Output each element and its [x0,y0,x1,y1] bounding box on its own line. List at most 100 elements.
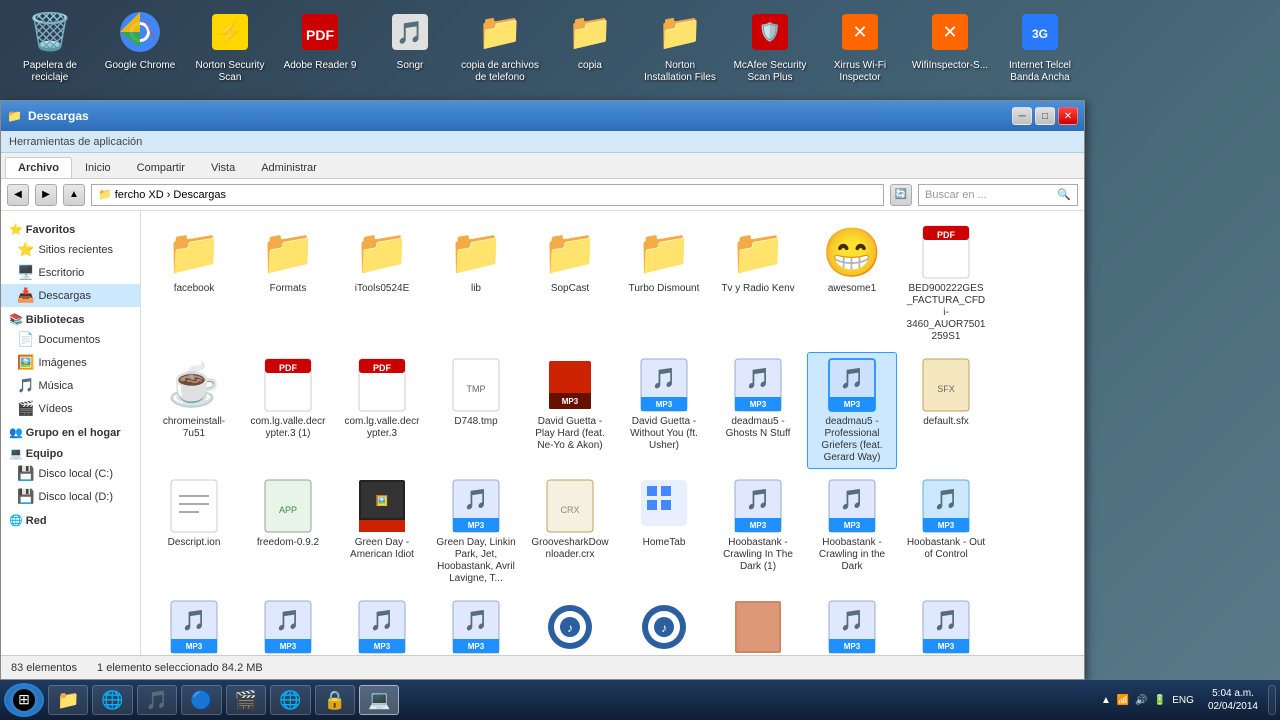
file-item-hoobastank1[interactable]: 🎵 MP3 Hoobastank - Crawling In The Dark … [713,473,803,590]
file-item-lib[interactable]: 📁 lib [431,219,521,348]
file-item-katyperry1[interactable]: 🎵 MP3 Katy Perry - Firework [807,594,897,655]
file-item-deadmau52[interactable]: 🎵 MP3 deadmau5 - Professional Griefers (… [807,352,897,469]
taskbar-item-lock[interactable]: 🔒 [315,685,355,715]
file-item-itunessetup1[interactable]: ♪ iTunesSetup (1) [525,594,615,655]
file-item-facebook[interactable]: 📁 facebook [149,219,239,348]
sidebar-favorites-title[interactable]: ⭐ Favoritos [1,217,140,238]
desktop-icon-copia[interactable]: 📁 copia [550,8,630,72]
adobe-label: Adobe Reader 9 [284,60,357,72]
file-item-davidguetta2[interactable]: 🎵 MP3 David Guetta - Without You (ft. Us… [619,352,709,469]
desktop-icon-mcafee[interactable]: 🛡️ McAfee Security Scan Plus [730,8,810,84]
tab-administrar[interactable]: Administrar [248,157,330,178]
taskbar-item-explorer[interactable]: 📁 [48,685,88,715]
forward-button[interactable]: ▶ [35,184,57,206]
file-item-itunessetup2[interactable]: ♪ iTunesSetup [619,594,709,655]
file-area[interactable]: 📁 facebook 📁 Formats 📁 iTools0524E 📁 lib [141,211,1084,655]
search-box[interactable]: Buscar en ... 🔍 [918,184,1078,206]
desktop-icon-songr[interactable]: 🎵 Songr [370,8,450,72]
file-item-hoobastank7[interactable]: 🎵 MP3 Hoobastank - The Reason [431,594,521,655]
greenday1-label: Green Day - American Idiot [342,537,422,561]
file-item-hoobastank3[interactable]: 🎵 MP3 Hoobastank - Out of Control [901,473,991,590]
file-item-bed900[interactable]: PDF BED900222GES_FACTURA_CFDi-3460_AUOR7… [901,219,991,348]
sidebar-item-downloads[interactable]: 📥 Descargas [1,284,140,307]
sidebar-network-title[interactable]: 🌐 Red [1,508,140,529]
file-item-greenday1[interactable]: 🖼️ Green Day - American Idiot [337,473,427,590]
sidebar-item-documents[interactable]: 📄 Documentos [1,328,140,351]
back-button[interactable]: ◀ [7,184,29,206]
file-item-awesome[interactable]: 😁 awesome1 [807,219,897,348]
file-item-comlg2[interactable]: PDF com.lg.valle.decrypter.3 [337,352,427,469]
sidebar-libraries-title[interactable]: 📚 Bibliotecas [1,307,140,328]
file-item-hometab[interactable]: HomeTab [619,473,709,590]
main-area: ⭐ Favoritos ⭐ Sitios recientes 🖥️ Escrit… [1,211,1084,655]
address-path[interactable]: 📁 fercho XD › Descargas [91,184,884,206]
desktop-icon-recycle[interactable]: 🗑️ Papelera de reciclaje [10,8,90,84]
file-item-sopcast[interactable]: 📁 SopCast [525,219,615,348]
sidebar-computer-title[interactable]: 💻 Equipo [1,441,140,462]
file-item-formats[interactable]: 📁 Formats [243,219,333,348]
status-bar: 83 elementos 1 elemento seleccionado 84.… [1,655,1084,679]
desktop-icon-norton-files[interactable]: 📁 Norton Installation Files [640,8,720,84]
sidebar-group-title[interactable]: 👥 Grupo en el hogar [1,420,140,441]
file-item-hoobastank6[interactable]: 🎵 MP3 Hoobastank - The Reason (2) [337,594,427,655]
file-item-comlg[interactable]: PDF com.lg.valle.decrypter.3 (1) [243,352,333,469]
file-item-hoobastank5[interactable]: 🎵 MP3 Hoobastank - The Reason (1) [243,594,333,655]
tab-compartir[interactable]: Compartir [124,157,198,178]
maximize-button[interactable]: □ [1035,107,1055,125]
svg-text:🛡️: 🛡️ [759,21,781,42]
tab-vista[interactable]: Vista [198,157,248,178]
file-item-hoobastank4[interactable]: 🎵 MP3 Hoobastank - Same Direction [149,594,239,655]
taskbar-item-vlc[interactable]: 🎬 [226,685,266,715]
clock-date: 02/04/2014 [1208,700,1258,713]
formats-label: Formats [270,283,307,295]
sidebar-item-desktop[interactable]: 🖥️ Escritorio [1,261,140,284]
taskbar-item-itunes[interactable]: 🎵 [137,685,177,715]
desktop-icon-norton-scan[interactable]: ⚡ Norton Security Scan [190,8,270,84]
minimize-button[interactable]: ─ [1012,107,1032,125]
file-item-itools[interactable]: 📁 iTools0524E [337,219,427,348]
sidebar-item-d-drive[interactable]: 💾 Disco local (D:) [1,485,140,508]
file-item-hoobastank2[interactable]: 🎵 MP3 Hoobastank - Crawling in the Dark [807,473,897,590]
sidebar-item-c-drive[interactable]: 💾 Disco local (C:) [1,462,140,485]
desktop-icon-xirrus[interactable]: ✕ Xirrus Wi-Fi Inspector [820,8,900,84]
file-item-deadmau51[interactable]: 🎵 MP3 deadmau5 - Ghosts N Stuff [713,352,803,469]
file-item-chromeinstall[interactable]: ☕ chromeinstall-7u51 [149,352,239,469]
file-item-d748[interactable]: TMP D748.tmp [431,352,521,469]
tab-inicio[interactable]: Inicio [72,157,124,178]
file-item-greenday2[interactable]: 🎵 MP3 Green Day, Linkin Park, Jet, Hooba… [431,473,521,590]
file-item-freedom[interactable]: APP freedom-0.9.2 [243,473,333,590]
file-item-grooveshark[interactable]: CRX GroovesharkDownloader.crx [525,473,615,590]
sidebar-item-music[interactable]: 🎵 Música [1,374,140,397]
desktop-icon-adobe[interactable]: PDF Adobe Reader 9 [280,8,360,72]
refresh-button[interactable]: 🔄 [890,184,912,206]
sidebar-item-images[interactable]: 🖼️ Imágenes [1,351,140,374]
hoobastank2-icon: 🎵 MP3 [824,478,880,534]
file-item-jenniferlopez[interactable]: Jennifer Lopez - On the Floor (feat. Pit… [713,594,803,655]
taskbar-item-ie[interactable]: 🌐 [92,685,132,715]
file-item-davidguetta1[interactable]: MP3 David Guetta - Play Hard (feat. Ne-Y… [525,352,615,469]
greenday1-icon: 🖼️ [354,478,410,534]
taskbar-item-unknown[interactable]: 🔵 [181,685,221,715]
sidebar-item-recent[interactable]: ⭐ Sitios recientes [1,238,140,261]
file-item-turbo[interactable]: 📁 Turbo Dismount [619,219,709,348]
show-desktop-button[interactable] [1268,685,1276,715]
up-button[interactable]: ▲ [63,184,85,206]
desktop-icon-copia-archivos[interactable]: 📁 copia de archivos de telefono [460,8,540,84]
sidebar-item-videos[interactable]: 🎬 Vídeos [1,397,140,420]
desktop-icon-internet-telcel[interactable]: 3G Internet Telcel Banda Ancha [1000,8,1080,84]
file-item-katyperry2[interactable]: 🎵 MP3 Katy Perry - Hot N Cold [901,594,991,655]
taskbar-item-chrome[interactable]: 🌐 [270,685,310,715]
show-hidden-button[interactable]: ▲ [1101,695,1111,706]
file-item-description[interactable]: Descript.ion [149,473,239,590]
close-button[interactable]: ✕ [1058,107,1078,125]
tab-archivo[interactable]: Archivo [5,157,72,178]
clock-time: 5:04 a.m. [1212,687,1254,700]
taskbar-item-fileexplorer[interactable]: 💻 [359,685,399,715]
file-item-tvradio[interactable]: 📁 Tv y Radio Kenv [713,219,803,348]
greenday2-icon: 🎵 MP3 [448,478,504,534]
music-label: Música [38,380,73,392]
start-button[interactable]: ⊞ [4,683,44,717]
desktop-icon-wifiinspector[interactable]: ✕ WifiInspector-S... [910,8,990,72]
desktop-icon-chrome[interactable]: Google Chrome [100,8,180,72]
file-item-defaultsfx[interactable]: SFX default.sfx [901,352,991,469]
